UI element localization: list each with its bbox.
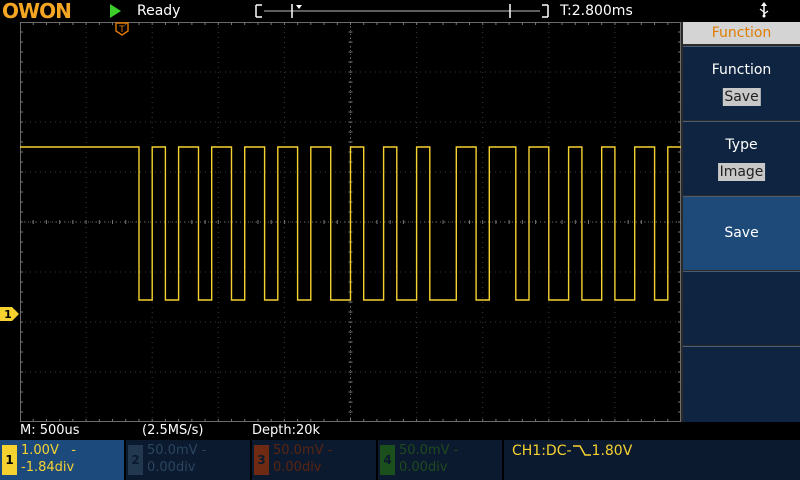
usb-icon — [759, 2, 769, 18]
ch3-scale: 50.0mV - — [273, 443, 333, 458]
menu-empty-slot[interactable] — [683, 346, 800, 422]
falling-edge-icon — [572, 445, 591, 456]
ch2-scale: 50.0mV - — [147, 443, 207, 458]
trigger-level: 1.80V — [591, 443, 633, 459]
ch3-number: 3 — [254, 445, 269, 475]
timebase-readout[interactable]: M: 500us — [20, 422, 80, 439]
trigger-readout: CH1:DC- 1.80V — [512, 443, 632, 459]
ch1-scale: 1.00V - — [21, 443, 76, 458]
ch1-offset-label: 1 — [4, 308, 12, 321]
ch4-scale: 50.0mV - — [399, 443, 459, 458]
brand-logo: OWON — [2, 0, 72, 23]
menu-title: Function — [683, 22, 800, 44]
waveform-display[interactable]: T — [20, 22, 681, 422]
ch1-offset-marker[interactable]: 1 — [0, 307, 20, 321]
sample-rate-readout: (2.5MS/s) — [142, 423, 204, 438]
function-menu: Function Function Save Type Image Save — [681, 22, 800, 422]
trigger-source: CH1:DC- — [512, 443, 572, 459]
acquisition-status: Ready — [137, 3, 181, 19]
menu-save-label: Save — [724, 225, 759, 241]
top-status-bar: OWON Ready T:2.800ms — [0, 0, 800, 22]
ch3-offset: 0.00div — [273, 460, 322, 475]
ch1-number: 1 — [2, 445, 17, 475]
ch3-status[interactable]: 3 50.0mV - 0.00div — [252, 440, 376, 480]
trigger-status[interactable]: CH1:DC- 1.80V — [504, 440, 800, 480]
memory-position-bar[interactable] — [254, 3, 550, 19]
menu-function-label: Function — [711, 62, 772, 78]
ch4-status[interactable]: 4 50.0mV - 0.00div — [378, 440, 502, 480]
trigger-position-label: T — [118, 25, 125, 35]
acquisition-info-line: M: 500us (2.5MS/s) Depth:20k — [0, 422, 681, 439]
menu-type-selector[interactable]: Type Image — [683, 121, 800, 195]
ch1-status[interactable]: 1 1.00V - -1.84div — [0, 440, 124, 480]
menu-type-label: Type — [725, 137, 758, 153]
menu-save-button[interactable]: Save — [683, 196, 800, 270]
ch2-number: 2 — [128, 445, 143, 475]
menu-function-value: Save — [722, 88, 761, 106]
trigger-time-readout: T:2.800ms — [560, 3, 633, 19]
memory-depth-readout[interactable]: Depth:20k — [252, 422, 320, 439]
menu-type-value: Image — [717, 163, 766, 181]
ch1-offset: -1.84div — [21, 460, 75, 475]
menu-empty-slot[interactable] — [683, 271, 800, 345]
ch2-offset: 0.00div — [147, 460, 196, 475]
ch2-status[interactable]: 2 50.0mV - 0.00div — [126, 440, 250, 480]
channel-status-strip: 1 1.00V - -1.84div 2 50.0mV - 0.00div 3 … — [0, 439, 800, 480]
ch4-offset: 0.00div — [399, 460, 448, 475]
ch4-number: 4 — [380, 445, 395, 475]
play-triangle-icon — [110, 4, 121, 18]
menu-function-selector[interactable]: Function Save — [683, 46, 800, 120]
